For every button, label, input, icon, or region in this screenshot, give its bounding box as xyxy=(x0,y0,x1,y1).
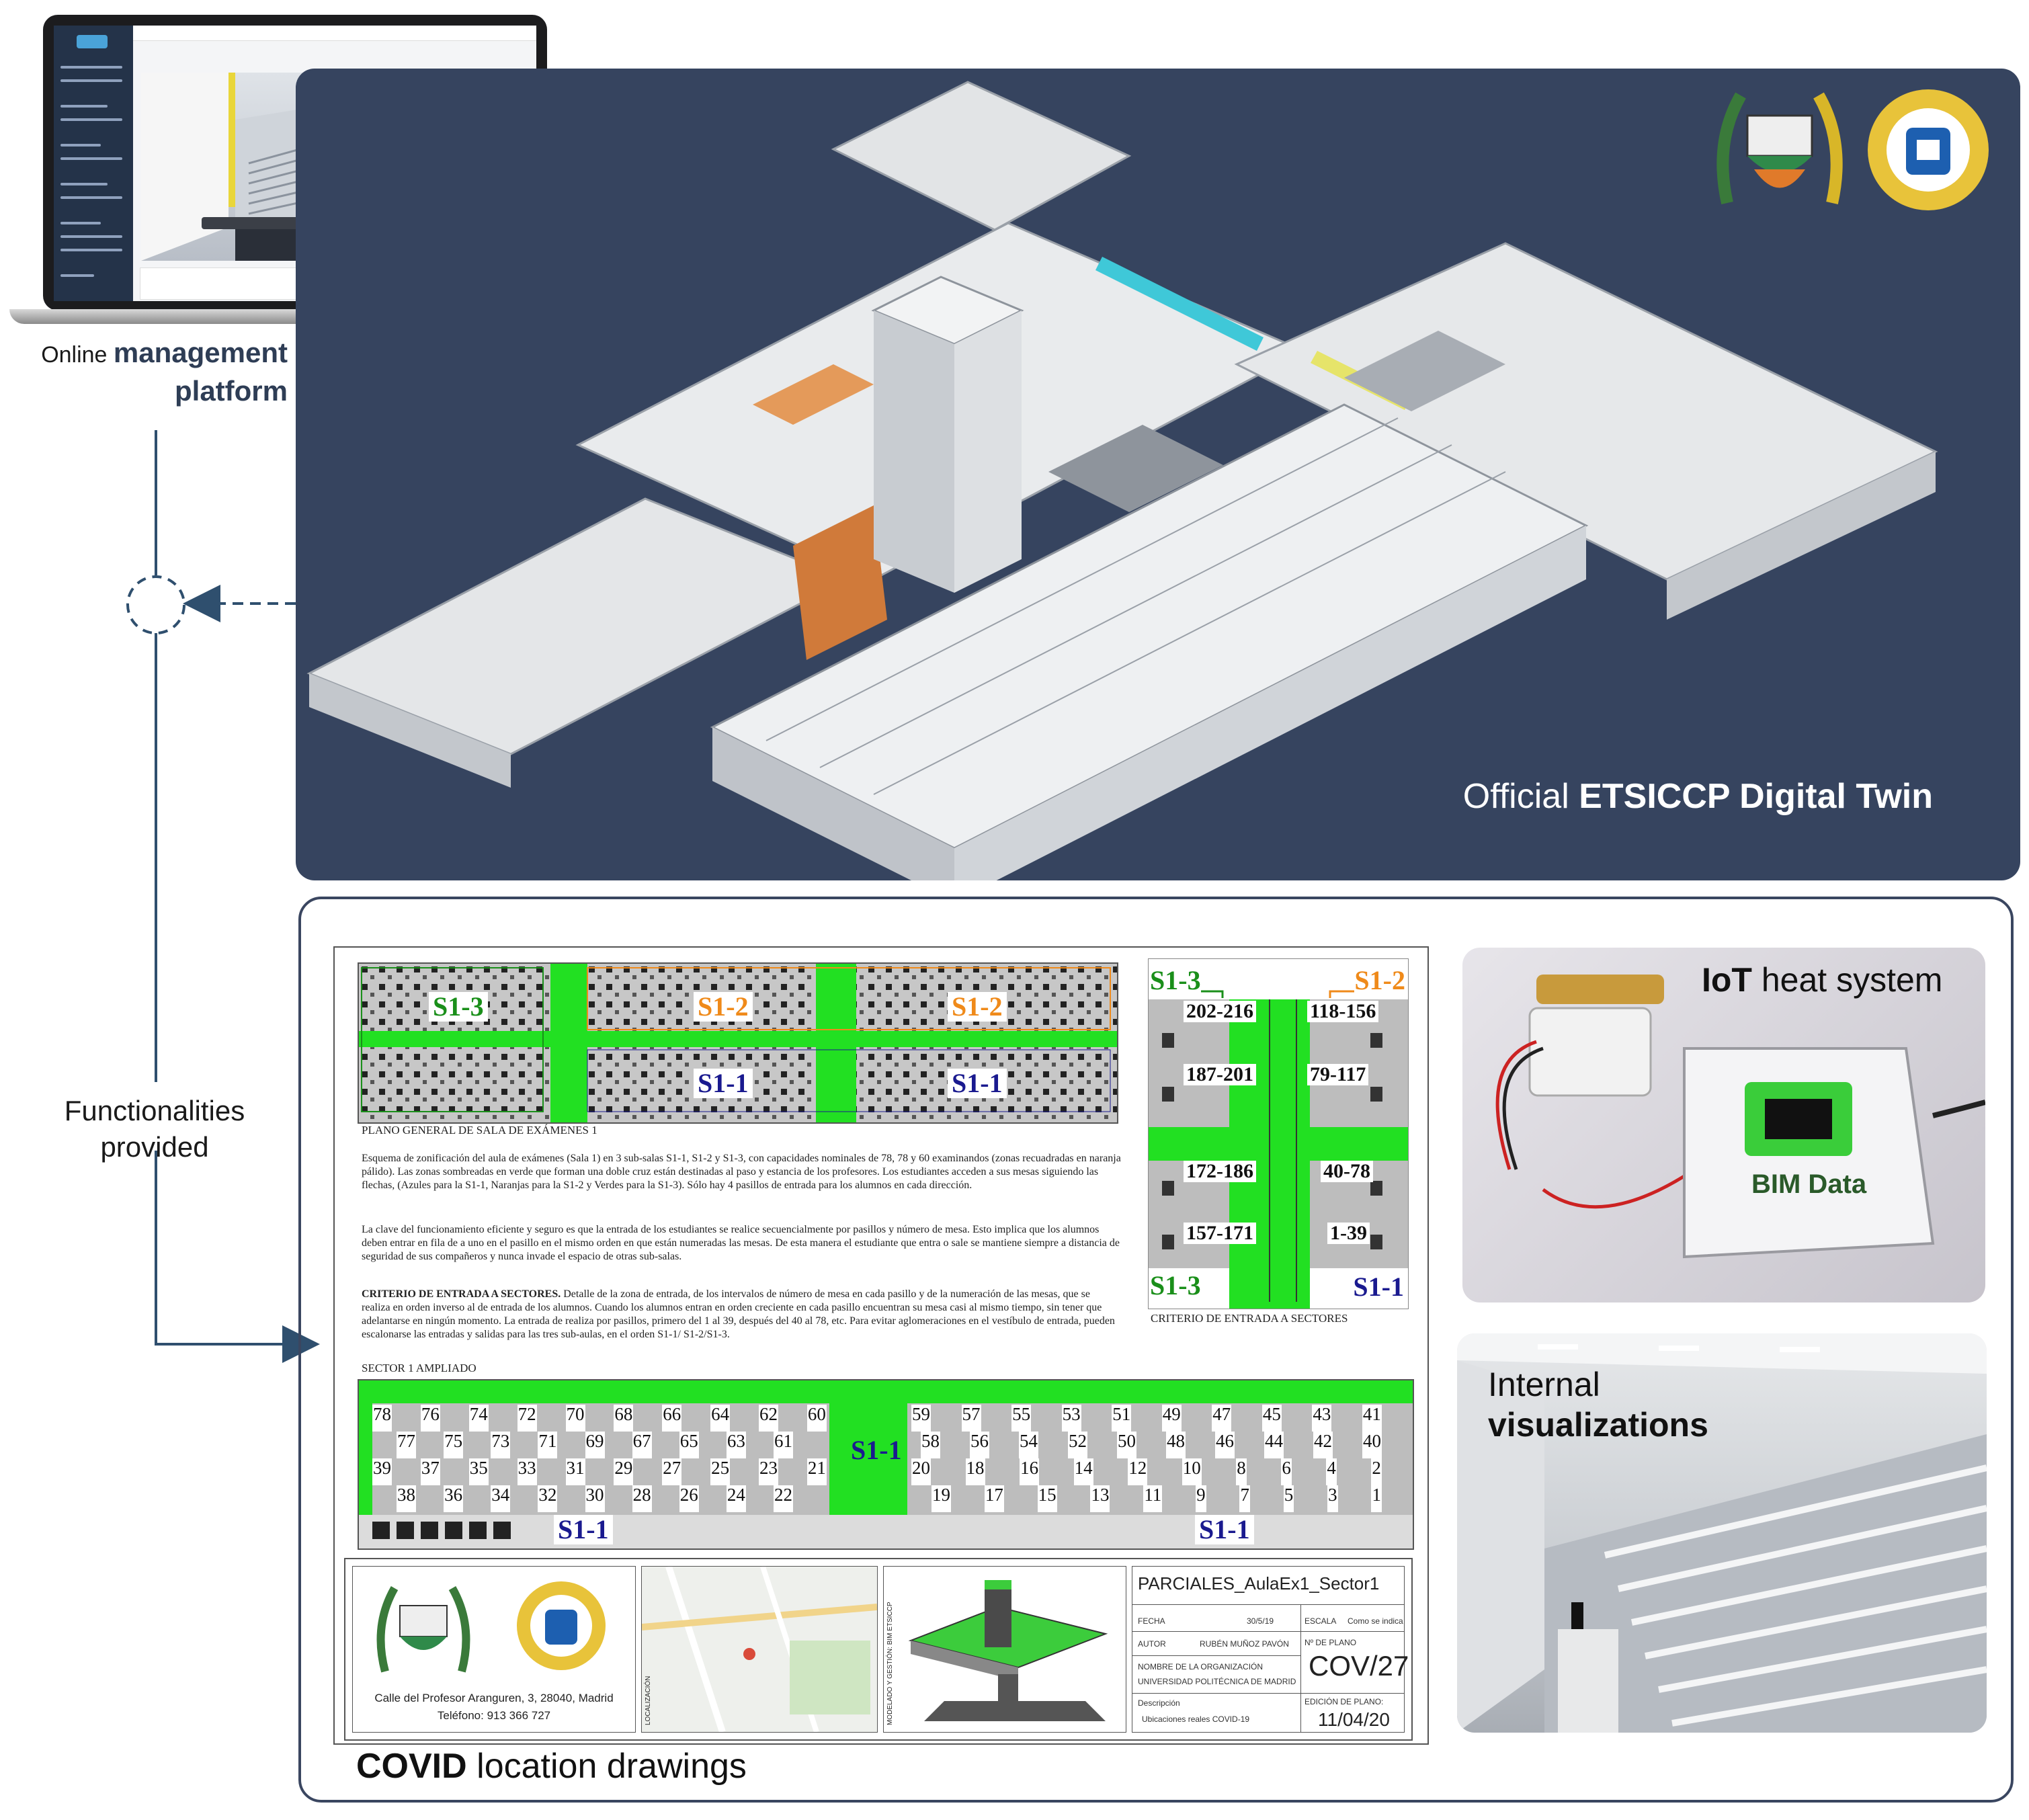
iot-heat-system-photo: IoT heat system BIM Data xyxy=(1462,948,1985,1302)
seat-row: 77 75 73 71 69 67 65 63 61 xyxy=(372,1432,827,1458)
sector-bottom-label-left: S1-1 xyxy=(554,1515,613,1544)
seat-rows-left: 78 76 74 72 70 68 66 64 62 60 77 75 73 71 69 67 65 63 61 … xyxy=(372,1405,827,1512)
sector-1-enlarged-plan: 78 76 74 72 70 68 66 64 62 60 77 75 73 71 69 67 65 63 61 … xyxy=(358,1379,1414,1550)
entry-label-s1-1-bottom: S1-1 xyxy=(1353,1272,1404,1302)
covid-drawing-sheet: S1-3 S1-2 S1-2 S1-1 S1-1 PLANO GENERAL D… xyxy=(333,946,1429,1745)
range-label: 40-78 xyxy=(1321,1161,1373,1182)
range-label: 1-39 xyxy=(1327,1223,1370,1244)
sector-label-s1-2: S1-2 xyxy=(694,992,753,1022)
hub-dashed-circle xyxy=(126,575,185,634)
plan-number: COV/27 xyxy=(1309,1650,1409,1682)
digital-twin-panel: Official ETSICCP Digital Twin xyxy=(296,69,2020,880)
model-label: MODELADO Y GESTIÓN: BIM ETSICCP xyxy=(886,1602,894,1725)
upm-seal-logo-small xyxy=(517,1581,606,1670)
sector-label-s1-1: S1-1 xyxy=(694,1069,753,1098)
digital-twin-title: Official ETSICCP Digital Twin xyxy=(1462,777,1933,816)
etsiccp-crest-logo-small xyxy=(376,1586,470,1673)
visualizations-title: Internal visualizations xyxy=(1488,1366,1708,1444)
range-label: 118-156 xyxy=(1307,1001,1379,1022)
paragraph-funcionamiento: La clave del funcionamiento eficiente y … xyxy=(362,1224,1120,1262)
address-text: Calle del Profesor Aranguren, 3, 28040, … xyxy=(374,1692,614,1704)
paragraph-zonificacion: Esquema de zonificación del aula de exám… xyxy=(362,1153,1121,1191)
sector-label-s1-3: S1-3 xyxy=(429,992,488,1022)
iot-title: IoT heat system xyxy=(1702,961,1943,999)
seat-row: 39 37 35 33 31 29 27 25 23 21 xyxy=(372,1458,827,1485)
project-name: PARCIALES_AulaEx1_Sector1 xyxy=(1138,1573,1380,1594)
edition-date: 11/04/20 xyxy=(1318,1709,1390,1730)
plan-caption: PLANO GENERAL DE SALA DE EXÁMENES 1 xyxy=(362,1124,597,1136)
title-block: Calle del Profesor Aranguren, 3, 28040, … xyxy=(344,1558,1413,1741)
range-label: 187-201 xyxy=(1184,1064,1256,1085)
etsiccp-crest-logo xyxy=(1714,82,1846,220)
sector-label-s1-1: S1-1 xyxy=(948,1069,1007,1098)
covid-title: COVID location drawings xyxy=(356,1747,747,1786)
seat-row: 59 57 55 53 51 49 47 45 43 41 xyxy=(911,1405,1382,1432)
upm-seal-logo xyxy=(1864,86,1992,214)
sector-bottom-label-right: S1-1 xyxy=(1195,1515,1254,1544)
model-thumbnail: MODELADO Y GESTIÓN: BIM ETSICCP xyxy=(883,1566,1126,1733)
entry-label-s1-3-bottom: S1-3 xyxy=(1150,1270,1201,1300)
phone-text: Teléfono: 913 366 727 xyxy=(437,1709,551,1722)
sector-caption: SECTOR 1 AMPLIADO xyxy=(362,1362,477,1374)
sector-center-label: S1-1 xyxy=(851,1435,902,1465)
location-map: LOCALIZACIÓN xyxy=(641,1566,878,1733)
sector-label-s1-2: S1-2 xyxy=(948,992,1007,1022)
entry-label-s1-3-top: S1-3 xyxy=(1150,965,1201,995)
entry-caption: CRITERIO DE ENTRADA A SECTORES xyxy=(1151,1312,1348,1325)
location-label: LOCALIZACIÓN xyxy=(645,1676,652,1725)
seat-row: 20 18 16 14 12 10 8 6 4 2 xyxy=(911,1458,1382,1485)
title-block-logos: Calle del Profesor Aranguren, 3, 28040, … xyxy=(352,1566,636,1733)
exam-room-plan: S1-3 S1-2 S1-2 S1-1 S1-1 xyxy=(358,962,1118,1124)
bim-data-logo: BIM Data xyxy=(1751,1169,1867,1199)
internal-visualization-photo: Internal visualizations xyxy=(1457,1333,1987,1733)
seat-row: 38 36 34 32 30 28 26 24 22 xyxy=(372,1485,827,1512)
seat-row: 78 76 74 72 70 68 66 64 62 60 xyxy=(372,1405,827,1432)
range-label: 157-171 xyxy=(1184,1223,1256,1244)
range-label: 202-216 xyxy=(1184,1001,1256,1022)
seat-row: 58 56 54 52 50 48 46 44 42 40 xyxy=(911,1432,1382,1458)
entry-label-s1-2-top: S1-2 xyxy=(1354,965,1405,995)
seat-rows-right: 59 57 55 53 51 49 47 45 43 41 58 56 54 52 50 48 46 44 42 4… xyxy=(911,1405,1382,1512)
seat-row: 19 17 15 13 11 9 7 5 3 1 xyxy=(911,1485,1382,1512)
range-label: 79-117 xyxy=(1307,1064,1369,1085)
range-label: 172-186 xyxy=(1184,1161,1256,1182)
entry-detail-plan: S1-3 S1-2 S1-3 S1-1 202-216 187-201 172-… xyxy=(1148,958,1409,1309)
paragraph-criterio: CRITERIO DE ENTRADA A SECTORES. Detalle … xyxy=(362,1288,1115,1340)
title-info-block: PARCIALES_AulaEx1_Sector1 FECHA 30/5/19 … xyxy=(1132,1566,1409,1733)
